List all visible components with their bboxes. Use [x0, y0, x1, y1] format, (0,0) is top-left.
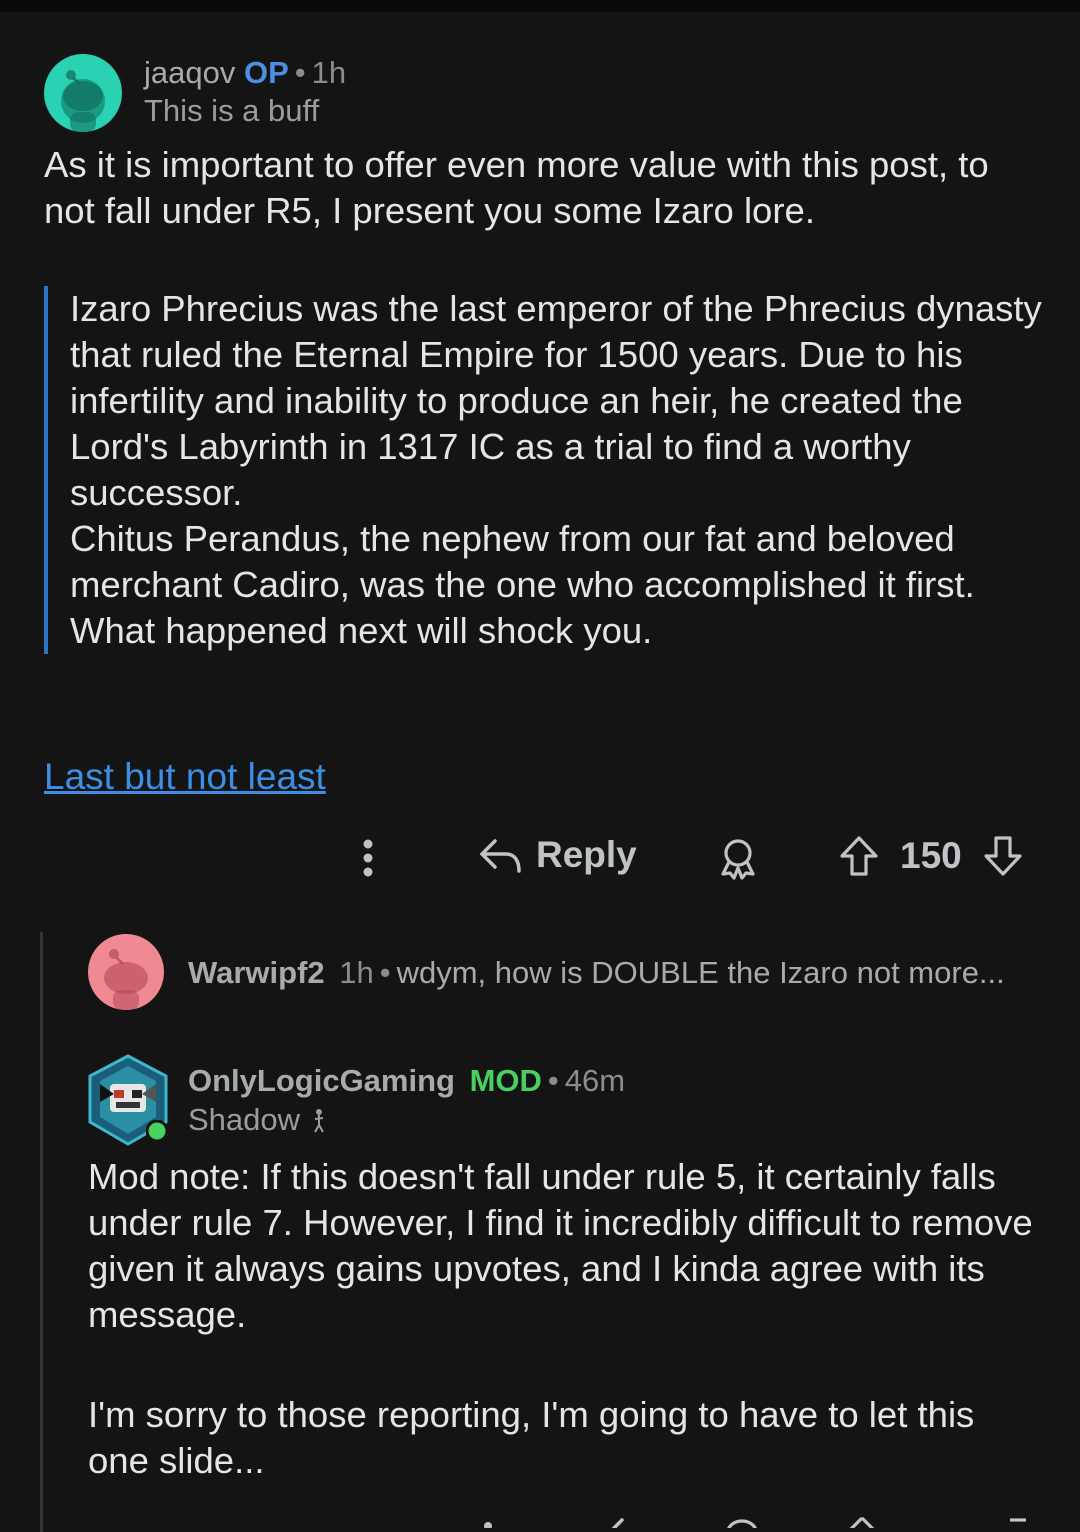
- timestamp: 46m: [564, 1063, 626, 1098]
- comment-meta: OnlyLogicGaming MOD • 46m: [188, 1062, 625, 1100]
- op-badge: OP: [243, 55, 289, 90]
- comment-body: As it is important to offer even more va…: [44, 144, 989, 231]
- user-avatar[interactable]: [88, 934, 164, 1010]
- shadow-flair-icon: [314, 1109, 324, 1133]
- user-avatar[interactable]: [86, 1054, 170, 1146]
- quote-paragraph: What happened next will shock you.: [70, 610, 653, 651]
- meta-separator: •: [379, 955, 391, 990]
- mod-badge: MOD: [469, 1063, 542, 1098]
- top-bar-edge: [0, 0, 1080, 12]
- blockquote: Izaro Phrecius was the last emperor of t…: [44, 286, 1060, 654]
- upvote-arrow-icon[interactable]: [838, 834, 880, 878]
- quote-paragraph: Chitus Perandus, the nephew from our fat…: [70, 518, 975, 605]
- reply-arrow-icon: [480, 839, 521, 873]
- comment-body: Mod note: If this doesn't fall under rul…: [88, 1156, 1033, 1335]
- vote-controls: 150: [838, 834, 1024, 878]
- username[interactable]: Warwipf2: [188, 955, 325, 990]
- more-vertical-icon: [363, 839, 373, 877]
- snoo-avatar-icon: [104, 949, 148, 1010]
- timestamp: 1h: [311, 55, 347, 90]
- comment-meta: jaaqov OP • 1h: [144, 54, 346, 92]
- more-options-button[interactable]: [354, 836, 382, 880]
- online-status-icon: [146, 1120, 168, 1142]
- more-vertical-icon[interactable]: [478, 1518, 498, 1528]
- thread-line[interactable]: [40, 932, 43, 1532]
- reply-button[interactable]: Reply: [478, 834, 637, 876]
- timestamp: 1h: [339, 955, 374, 990]
- comment-meta: Warwipf2 1h • wdym, how is DOUBLE the Izar…: [188, 954, 1005, 992]
- snoo-avatar-icon: [61, 70, 105, 132]
- hyperlink[interactable]: Last but not least: [44, 754, 326, 800]
- flair-text: Shadow: [188, 1102, 301, 1137]
- upvote-arrow-icon[interactable]: [842, 1516, 882, 1528]
- user-flair: Shadow: [188, 1101, 328, 1139]
- award-icon[interactable]: [722, 1516, 762, 1528]
- meta-separator: •: [547, 1063, 559, 1098]
- comment-body-paragraph-2: I'm sorry to those reporting, I'm going …: [88, 1394, 975, 1481]
- downvote-arrow-icon[interactable]: [998, 1516, 1038, 1528]
- vote-count: 150: [900, 835, 962, 876]
- user-avatar[interactable]: [44, 54, 122, 132]
- comment-actions-partial: [0, 1512, 1080, 1528]
- downvote-arrow-icon[interactable]: [982, 834, 1024, 878]
- reply-arrow-icon[interactable]: [592, 1516, 632, 1528]
- comment-actions: Reply 150: [0, 830, 1080, 886]
- username[interactable]: OnlyLogicGaming: [188, 1063, 455, 1098]
- user-flair: This is a buff: [144, 93, 320, 128]
- meta-separator: •: [294, 55, 306, 90]
- username[interactable]: jaaqov: [144, 55, 235, 90]
- reply-label: Reply: [536, 834, 637, 875]
- award-icon: [721, 839, 755, 880]
- award-button[interactable]: [716, 836, 760, 880]
- quote-paragraph: Izaro Phrecius was the last emperor of t…: [70, 288, 1042, 513]
- collapsed-preview: wdym, how is DOUBLE the Izaro not more..…: [396, 955, 1005, 990]
